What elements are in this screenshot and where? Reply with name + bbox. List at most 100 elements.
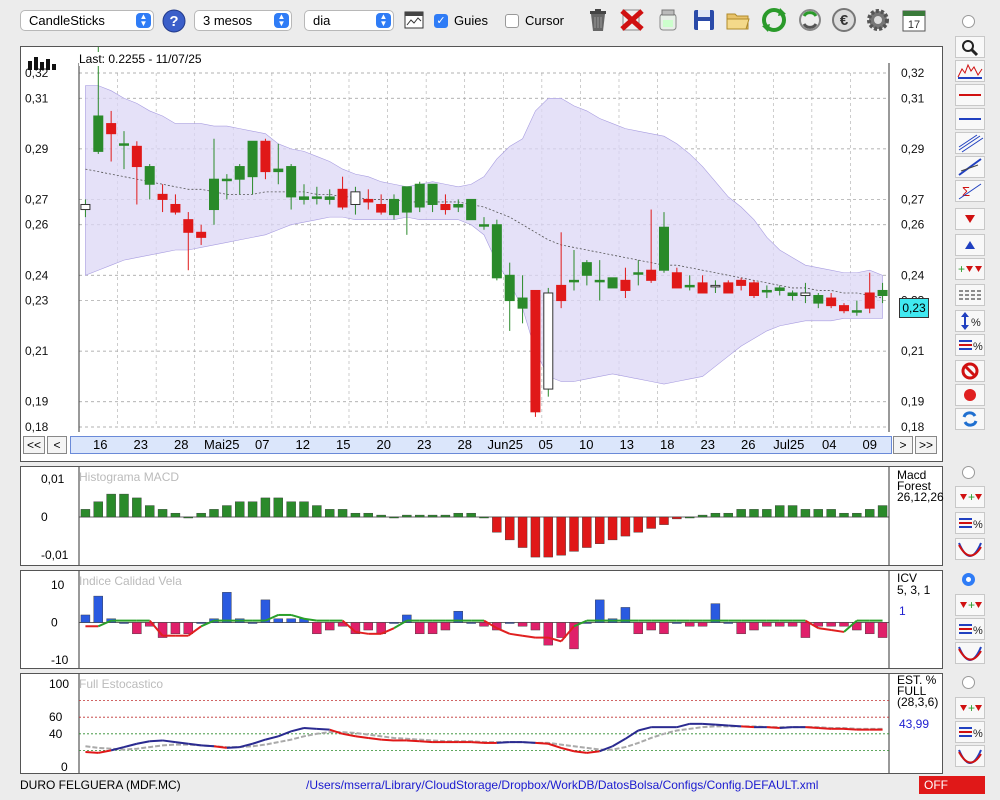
- euro-icon[interactable]: €: [830, 6, 858, 34]
- chevron-updown-icon: ▲ ▼: [274, 13, 289, 28]
- lines-percent-icon[interactable]: %: [955, 721, 985, 743]
- icv-bar: [775, 622, 785, 627]
- arrow-up-blue-icon[interactable]: [955, 234, 985, 256]
- macd-bar: [659, 516, 669, 525]
- gear-icon[interactable]: [864, 6, 892, 34]
- macd-panel-radio[interactable]: [962, 466, 975, 479]
- y-tick-right: 0,24: [901, 268, 925, 282]
- trendline-icon[interactable]: [955, 156, 985, 178]
- save-icon[interactable]: [690, 6, 718, 34]
- icv-bar: [80, 614, 91, 623]
- price-chart[interactable]: 0,32 0,320,31 0,310,29 0,290,27 0,270,26 0,26…: [21, 47, 942, 461]
- period-value: 3 mesos: [203, 13, 253, 28]
- refresh-alt-icon[interactable]: [796, 6, 824, 34]
- macd-bar: [517, 516, 528, 548]
- x-tick-label: 09: [862, 437, 877, 452]
- zoom-icon[interactable]: [955, 36, 985, 58]
- buy-sell-markers-icon[interactable]: +: [955, 258, 985, 280]
- y-tick-right: 0,32: [901, 66, 925, 80]
- icv-current-value: 1: [899, 604, 906, 618]
- arrow-down-red-icon[interactable]: [955, 208, 985, 230]
- candle-body: [376, 203, 387, 213]
- status-off-badge[interactable]: OFF: [919, 776, 985, 794]
- indicator-chart-icon[interactable]: [955, 60, 985, 82]
- icv-bar: [183, 622, 193, 635]
- scroll-first-button[interactable]: <<: [23, 436, 45, 454]
- sigma-icon[interactable]: Σ: [955, 180, 985, 202]
- config-path[interactable]: /Users/mserra/Library/CloudStorage/Dropb…: [306, 778, 818, 792]
- candle-body: [851, 310, 862, 313]
- candle-body: [787, 292, 798, 297]
- x-tick-label: 16: [93, 437, 108, 452]
- folder-icon[interactable]: [724, 6, 752, 34]
- vertical-percent-icon[interactable]: %: [955, 310, 985, 332]
- macd-bar: [389, 516, 399, 519]
- icv-bar: [685, 622, 695, 627]
- dashed-lines-icon[interactable]: [955, 284, 985, 306]
- buy-sell-markers-icon[interactable]: +: [955, 594, 985, 616]
- scroll-prev-button[interactable]: <: [47, 436, 67, 454]
- chevron-updown-icon: ▲ ▼: [376, 13, 391, 28]
- price-panel: 0,32 0,32 0,31 0,31 0,29 0,29 0,27 0,27 0,26 0,26…: [20, 46, 943, 462]
- chart-type-select[interactable]: CandleSticks ▲ ▼: [20, 10, 154, 31]
- record-icon[interactable]: [955, 384, 985, 406]
- channel-icon[interactable]: [955, 132, 985, 154]
- stochastic-fast-line: [162, 739, 176, 744]
- icv-bar: [659, 622, 669, 635]
- delete-icon[interactable]: [618, 6, 646, 34]
- candle-body: [491, 224, 502, 279]
- curve-icon[interactable]: [955, 745, 985, 767]
- forbidden-icon[interactable]: [955, 360, 985, 382]
- horizontal-line-blue-icon[interactable]: [955, 108, 985, 130]
- help-icon[interactable]: ?: [162, 9, 186, 33]
- chart-window-icon[interactable]: [404, 11, 424, 29]
- stochastic-fast-line: [496, 741, 510, 744]
- icv-bar: [877, 622, 888, 638]
- scroll-next-button[interactable]: >: [893, 436, 913, 454]
- candle-body: [607, 277, 618, 289]
- macd-bar: [620, 516, 631, 537]
- macd-bar: [865, 509, 875, 518]
- stochastic-fast-line: [586, 750, 600, 754]
- icv-bar: [389, 622, 399, 624]
- stochastic-fast-line: [638, 726, 652, 732]
- icv-bar: [865, 622, 875, 635]
- x-tick-label: 28: [457, 437, 472, 452]
- lines-percent-icon[interactable]: %: [955, 618, 985, 640]
- interval-select[interactable]: dia ▲ ▼: [304, 10, 394, 31]
- icv-panel-radio[interactable]: [962, 573, 975, 586]
- cursor-checkbox[interactable]: [505, 14, 519, 28]
- stochastic-panel-radio[interactable]: [962, 676, 975, 689]
- candle-body: [234, 166, 245, 180]
- x-tick-label: 12: [295, 437, 310, 452]
- lines-percent-icon[interactable]: %: [955, 334, 985, 356]
- candle-body: [93, 115, 104, 152]
- sync-icon[interactable]: [955, 408, 985, 430]
- candle-body: [183, 219, 194, 233]
- macd-bar: [80, 509, 91, 518]
- refresh-icon[interactable]: [760, 6, 788, 34]
- price-panel-radio[interactable]: [962, 15, 975, 28]
- buy-sell-markers-icon[interactable]: +: [955, 486, 985, 508]
- icv-signal-line: [496, 627, 511, 635]
- macd-bar: [543, 516, 553, 558]
- lines-percent-icon[interactable]: %: [955, 512, 985, 534]
- guides-checkbox[interactable]: ✓: [434, 14, 448, 28]
- svg-text:%: %: [973, 625, 983, 637]
- macd-bar: [556, 516, 566, 556]
- buy-sell-markers-icon[interactable]: +: [955, 697, 985, 719]
- x-tick-label: Jul25: [773, 437, 805, 452]
- macd-panel: 0,01 0 -0,01 Histograma MACD Macd Forest 2…: [20, 466, 944, 566]
- trash-icon[interactable]: [584, 6, 612, 34]
- candle-body: [401, 186, 412, 213]
- curve-icon[interactable]: [955, 538, 985, 560]
- jar-icon[interactable]: [654, 6, 682, 34]
- icv-legend-2: 5, 3, 1: [897, 583, 931, 597]
- horizontal-line-red-icon[interactable]: [955, 84, 985, 106]
- y-tick-right: 0,26: [901, 218, 925, 232]
- scroll-last-button[interactable]: >>: [915, 436, 937, 454]
- calendar-icon[interactable]: 17: [900, 6, 928, 34]
- candle-body: [646, 269, 657, 281]
- curve-icon[interactable]: [955, 642, 985, 664]
- period-select[interactable]: 3 mesos ▲ ▼: [194, 10, 292, 31]
